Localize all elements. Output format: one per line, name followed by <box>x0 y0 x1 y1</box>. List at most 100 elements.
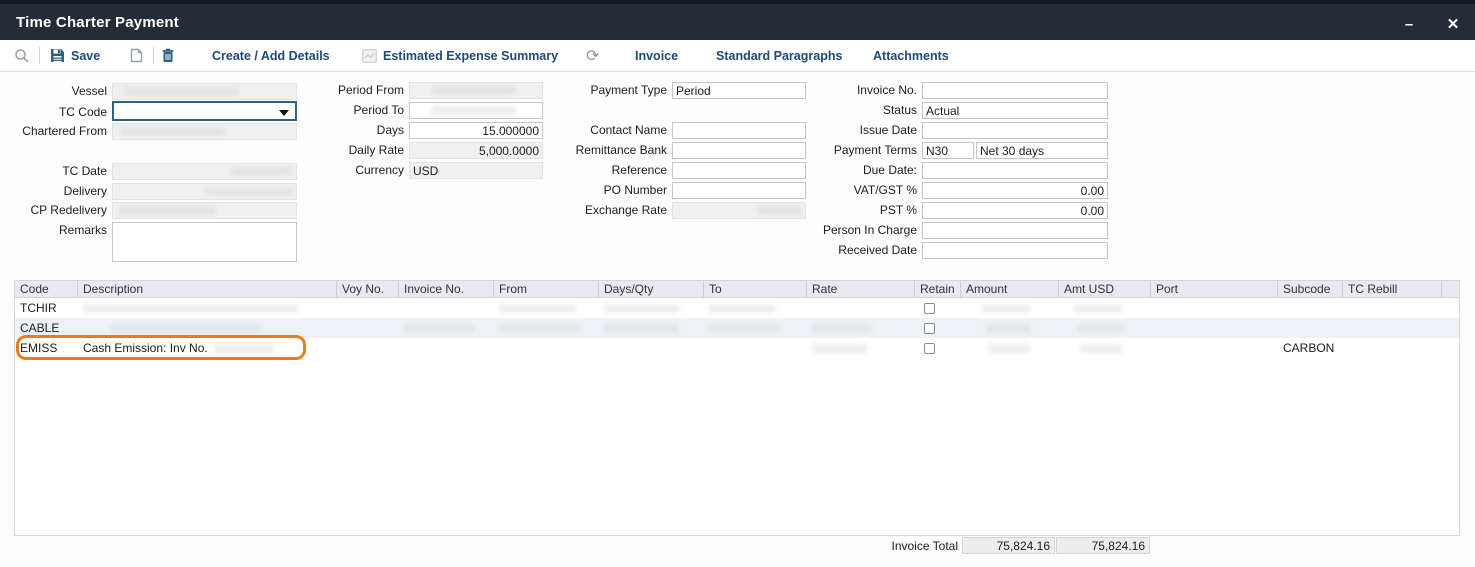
attachments-label: Attachments <box>873 49 949 63</box>
col-header-amt-usd[interactable]: Amt USD <box>1059 281 1151 297</box>
refresh-button[interactable]: ⟳ <box>586 40 599 71</box>
minimize-button[interactable]: – <box>1387 6 1431 42</box>
cell-amount <box>961 304 1059 313</box>
days-value: 15.000000 <box>482 124 539 138</box>
cell-description <box>78 324 337 333</box>
minimize-icon: – <box>1405 16 1413 33</box>
col-header-from[interactable]: From <box>494 281 599 297</box>
col-header-invoice-no[interactable]: Invoice No. <box>399 281 494 297</box>
payment-terms-label: Payment Terms <box>780 142 922 157</box>
po-number-label: PO Number <box>560 182 672 197</box>
person-in-charge-label: Person In Charge <box>780 222 922 237</box>
issue-date-input[interactable] <box>922 122 1108 139</box>
cell-code: CABLE <box>15 321 78 335</box>
invoice-no-input[interactable] <box>922 82 1108 99</box>
cell-invoice-no <box>399 324 494 333</box>
tc-code-dropdown[interactable] <box>112 101 297 121</box>
period-to-field[interactable] <box>409 102 543 119</box>
received-date-label: Received Date <box>780 242 922 257</box>
remarks-input[interactable] <box>112 222 297 262</box>
table-header: Code Description Voy No. Invoice No. Fro… <box>15 281 1459 298</box>
invoice-total-value: 75,824.16 <box>997 539 1050 553</box>
chartered-from-label: Chartered From <box>4 123 112 138</box>
toolbar-separator <box>39 47 40 64</box>
daily-rate-label: Daily Rate <box>300 142 409 157</box>
col-header-voy-no[interactable]: Voy No. <box>337 281 399 297</box>
col-header-description[interactable]: Description <box>78 281 337 297</box>
form-area: Vessel TC Code Chartered From TC Date De… <box>0 78 1475 278</box>
retain-checkbox[interactable] <box>924 303 935 314</box>
copy-document-icon <box>130 48 143 63</box>
pst-field[interactable]: 0.00 <box>922 202 1108 219</box>
invoice-total-field: 75,824.16 <box>962 537 1055 554</box>
cell-amt-usd <box>1059 344 1151 353</box>
col-header-filler <box>1442 281 1459 297</box>
status-value: Actual <box>926 104 959 118</box>
cell-description: Cash Emission: Inv No. <box>78 341 337 355</box>
payment-terms-desc-value: Net 30 days <box>980 144 1044 158</box>
delete-button[interactable] <box>161 40 175 71</box>
cell-retain <box>915 323 961 334</box>
days-field[interactable]: 15.000000 <box>409 122 543 139</box>
issue-date-label: Issue Date <box>780 122 922 137</box>
estimated-expense-summary-button[interactable]: Estimated Expense Summary <box>362 40 558 71</box>
status-label: Status <box>780 102 922 117</box>
col-header-days-qty[interactable]: Days/Qty <box>599 281 704 297</box>
cell-amount <box>961 344 1059 353</box>
col-header-rate[interactable]: Rate <box>807 281 915 297</box>
col-header-amount[interactable]: Amount <box>961 281 1059 297</box>
payment-terms-code-field[interactable]: N30 <box>922 142 974 159</box>
cell-code: EMISS <box>15 341 78 355</box>
toolbar: Save Create / Add Details Estimated Expe… <box>0 40 1475 72</box>
retain-checkbox[interactable] <box>924 323 935 334</box>
days-label: Days <box>300 122 409 137</box>
col-header-tc-rebill[interactable]: TC Rebill <box>1343 281 1442 297</box>
status-field[interactable]: Actual <box>922 102 1108 119</box>
title-bar: Time Charter Payment – ✕ <box>0 0 1475 40</box>
cell-description <box>78 304 337 313</box>
attachments-button[interactable]: Attachments <box>873 40 949 71</box>
person-in-charge-input[interactable] <box>922 222 1108 239</box>
due-date-input[interactable] <box>922 162 1108 179</box>
table-row-tchir[interactable]: TCHIR <box>15 298 1459 318</box>
retain-checkbox[interactable] <box>924 343 935 354</box>
col-header-code[interactable]: Code <box>15 281 78 297</box>
cell-retain <box>915 343 961 354</box>
payment-type-label: Payment Type <box>560 82 672 97</box>
cp-redelivery-label: CP Redelivery <box>4 202 112 217</box>
invoice-button[interactable]: Invoice <box>635 40 678 71</box>
chartered-from-field <box>112 123 297 140</box>
create-add-details-button[interactable]: Create / Add Details <box>212 40 330 71</box>
estimated-expense-summary-label: Estimated Expense Summary <box>383 49 558 63</box>
delivery-field <box>112 183 297 200</box>
standard-paragraphs-label: Standard Paragraphs <box>716 49 842 63</box>
table-row-cable[interactable]: CABLE <box>15 318 1459 338</box>
copy-button[interactable] <box>130 40 143 71</box>
col-header-retain[interactable]: Retain <box>915 281 961 297</box>
trash-icon <box>161 48 175 63</box>
line-items-table: Code Description Voy No. Invoice No. Fro… <box>14 280 1460 536</box>
cell-from <box>494 324 599 333</box>
remittance-bank-label: Remittance Bank <box>560 142 672 157</box>
col-header-port[interactable]: Port <box>1151 281 1278 297</box>
standard-paragraphs-button[interactable]: Standard Paragraphs <box>716 40 842 71</box>
expense-chart-icon <box>362 49 377 63</box>
received-date-input[interactable] <box>922 242 1108 259</box>
cell-rate <box>807 344 915 353</box>
vat-gst-field[interactable]: 0.00 <box>922 182 1108 199</box>
cell-amount <box>961 324 1059 333</box>
cell-subcode: CARBON <box>1278 341 1343 355</box>
table-row-emiss[interactable]: EMISS Cash Emission: Inv No. CARBON <box>15 338 1459 358</box>
tc-code-label: TC Code <box>4 101 112 119</box>
col-header-subcode[interactable]: Subcode <box>1278 281 1343 297</box>
search-icon <box>14 48 30 64</box>
save-label: Save <box>71 49 100 63</box>
cp-redelivery-field <box>112 202 297 219</box>
close-button[interactable]: ✕ <box>1431 6 1475 42</box>
save-icon <box>50 48 65 63</box>
col-header-to[interactable]: To <box>704 281 807 297</box>
payment-terms-desc-field[interactable]: Net 30 days <box>976 142 1108 159</box>
dropdown-arrow-icon <box>279 110 289 116</box>
search-button[interactable] <box>14 40 30 71</box>
save-button[interactable]: Save <box>50 40 100 71</box>
